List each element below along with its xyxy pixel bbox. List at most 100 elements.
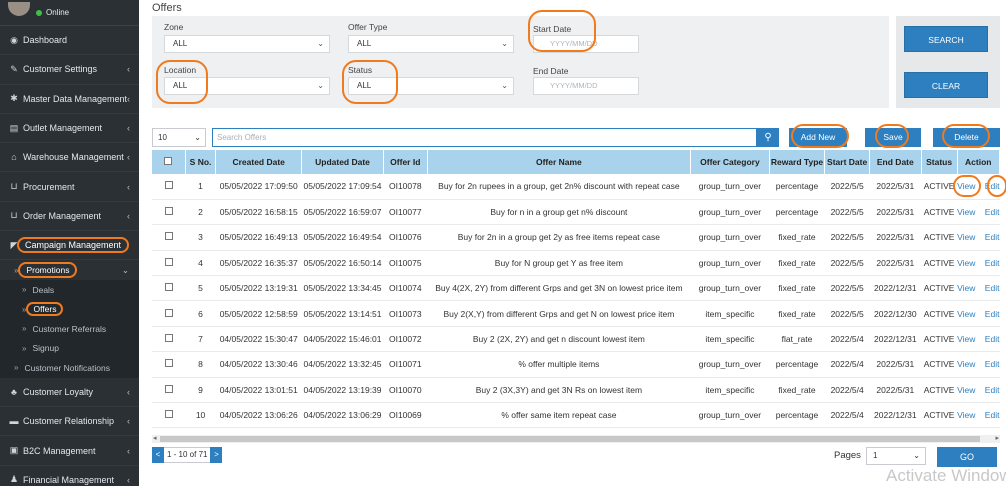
view-link[interactable]: View [957,334,975,344]
sidebar-item-b2c-management[interactable]: ▣ B2C Management ‹ [0,436,139,466]
table-row[interactable]: 9 04/05/2022 13:01:51 04/05/2022 13:19:39 O… [152,377,1000,404]
page-number-select[interactable]: 1 ⌄ [866,447,926,465]
sidebar-item-customer-notifications[interactable]: » Customer Notifications [0,357,139,378]
avatar[interactable] [8,1,30,16]
table-row[interactable]: 3 05/05/2022 16:49:13 05/05/2022 16:49:54 O… [152,224,1000,251]
column-header-offer-name[interactable]: Offer Name [427,150,692,174]
next-page-button[interactable]: > [210,447,223,463]
sidebar-item-customer-loyalty[interactable]: ♣ Customer Loyalty ‹ [0,378,139,408]
cell-sno: 6 [185,300,216,327]
sidebar-item-outlet-management[interactable]: ▤ Outlet Management ‹ [0,114,139,144]
table-row[interactable]: 4 05/05/2022 16:35:37 05/05/2022 16:50:14 O… [152,250,1000,277]
horizontal-scrollbar[interactable]: ◂ ▸ [152,435,1000,443]
table-row[interactable]: 2 05/05/2022 16:58:15 05/05/2022 16:59:07 O… [152,199,1000,226]
view-link[interactable]: View [957,309,975,319]
row-checkbox[interactable] [164,410,173,419]
table-row[interactable]: 8 04/05/2022 13:30:46 04/05/2022 13:32:45 O… [152,351,1000,378]
sidebar-item-customer-relationship[interactable]: ▬ Customer Relationship ‹ [0,407,139,437]
row-checkbox[interactable] [164,359,173,368]
sidebar-item-offers[interactable]: » Offers [0,299,139,319]
row-checkbox[interactable] [164,181,173,190]
row-checkbox[interactable] [164,334,173,343]
column-header-start-date[interactable]: Start Date [824,150,870,174]
row-select-cell[interactable] [152,250,186,277]
view-link[interactable]: View [957,258,975,268]
select-all-cell[interactable] [152,150,186,174]
edit-link[interactable]: Edit [985,334,1000,344]
scroll-left-icon[interactable]: ◂ [153,434,157,442]
edit-link[interactable]: Edit [985,207,1000,217]
go-button[interactable]: GO [937,447,997,467]
row-checkbox[interactable] [164,232,173,241]
edit-link[interactable]: Edit [985,410,1000,420]
table-row[interactable]: 7 04/05/2022 15:30:47 04/05/2022 15:46:01 O… [152,326,1000,353]
table-row[interactable]: 10 04/05/2022 13:06:26 04/05/2022 13:06:29… [152,402,1000,429]
column-header-status[interactable]: Status [921,150,958,174]
sidebar-item-master-data-management[interactable]: ✱ Master Data Management ‹ [0,85,139,114]
view-link[interactable]: View [957,283,975,293]
row-checkbox[interactable] [164,207,173,216]
sidebar-item-warehouse-management[interactable]: ⌂ Warehouse Management ‹ [0,143,139,173]
search-button[interactable]: SEARCH [904,26,988,52]
row-select-cell[interactable] [152,174,186,200]
row-checkbox[interactable] [164,308,173,317]
column-header-end-date[interactable]: End Date [869,150,922,174]
row-select-cell[interactable] [152,326,186,353]
sidebar-item-financial-management[interactable]: ♟ Financial Management ‹ [0,466,139,486]
edit-link[interactable]: Edit [985,232,1000,242]
clear-button[interactable]: CLEAR [904,72,988,98]
column-header-s-no[interactable]: S No. [185,150,217,174]
edit-link[interactable]: Edit [985,385,1000,395]
view-link[interactable]: View [957,359,975,369]
sidebar-item-signup[interactable]: » Signup [0,338,139,358]
row-checkbox[interactable] [164,384,173,393]
end-date-input[interactable]: YYYY/MM/DD [533,77,639,95]
sidebar-item-customer-settings[interactable]: ✎ Customer Settings ‹ [0,55,139,85]
row-checkbox[interactable] [164,283,173,292]
edit-link[interactable]: Edit [985,359,1000,369]
sidebar-item-dashboard[interactable]: ◉ Dashboard [0,26,139,56]
edit-link[interactable]: Edit [985,283,1000,293]
sidebar-item-procurement[interactable]: ⊔ Procurement ‹ [0,172,139,202]
scroll-right-icon[interactable]: ▸ [995,434,999,442]
row-select-cell[interactable] [152,351,186,378]
row-select-cell[interactable] [152,224,186,251]
column-header-created-date[interactable]: Created Date [215,150,303,174]
column-header-action[interactable]: Action [957,150,1001,174]
scrollbar-thumb[interactable] [160,436,980,442]
row-select-cell[interactable] [152,275,186,302]
sidebar-item-promotions[interactable]: » Promotions ⌄ [0,260,139,280]
column-header-offer-category[interactable]: Offer Category [690,150,770,174]
prev-page-button[interactable]: < [152,447,164,463]
cell-reward: fixed_rate [769,275,825,302]
view-link[interactable]: View [957,232,975,242]
table-row[interactable]: 5 05/05/2022 13:19:31 05/05/2022 13:34:45 O… [152,275,1000,302]
zone-select[interactable]: ALL ⌄ [164,35,330,53]
row-select-cell[interactable] [152,377,186,404]
cell-end: 2022/12/31 [869,326,922,353]
sidebar-item-campaign-management[interactable]: ◤ Campaign Management [0,231,139,261]
view-link[interactable]: View [957,207,975,217]
edit-link[interactable]: Edit [985,258,1000,268]
view-link[interactable]: View [957,385,975,395]
sidebar-item-customer-referrals[interactable]: » Customer Referrals [0,318,139,339]
search-icon[interactable]: ⚲ [757,128,779,147]
row-checkbox[interactable] [164,257,173,266]
row-select-cell[interactable] [152,300,186,327]
page-size-select[interactable]: 10 ⌄ [152,128,206,147]
view-link[interactable]: View [957,410,975,420]
select-all-checkbox[interactable] [164,157,173,165]
row-select-cell[interactable] [152,402,186,429]
edit-link[interactable]: Edit [985,309,1000,319]
search-input[interactable]: Search Offers [212,128,757,147]
offer-type-select[interactable]: ALL ⌄ [348,35,514,53]
column-header-updated-date[interactable]: Updated Date [301,150,384,174]
sidebar-item-deals[interactable]: » Deals [0,279,139,300]
column-header-reward-type[interactable]: Reward Type [769,150,826,174]
column-header-offer-id[interactable]: Offer Id [383,150,428,174]
table-row[interactable]: 6 05/05/2022 12:58:59 05/05/2022 13:14:51 O… [152,300,1000,327]
table-row[interactable]: 1 05/05/2022 17:09:50 05/05/2022 17:09:54 O… [152,174,1006,200]
sidebar-item-order-management[interactable]: ⊔ Order Management ‹ [0,202,139,232]
row-select-cell[interactable] [152,199,186,226]
cell-id: OI10077 [383,199,428,226]
